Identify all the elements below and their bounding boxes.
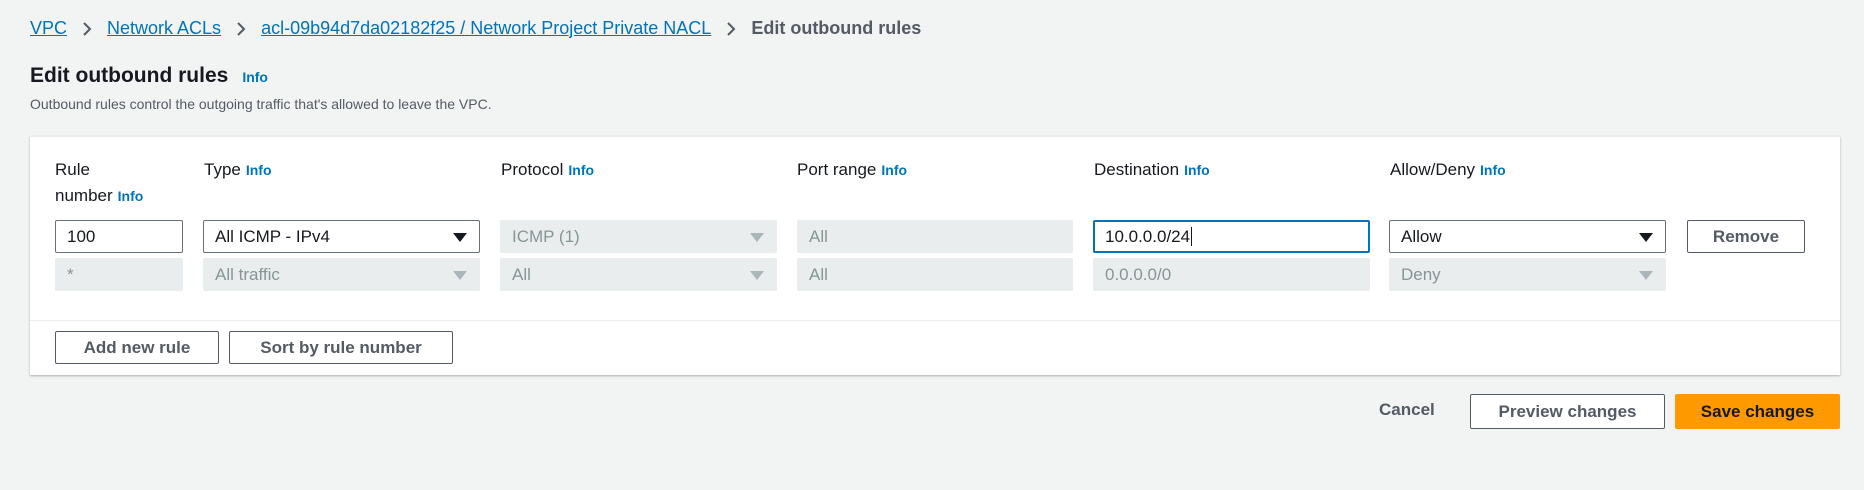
type-select[interactable]: All ICMP - IPv4 (203, 220, 480, 253)
caret-down-icon (453, 271, 467, 280)
protocol-select: ICMP (1) (500, 220, 777, 253)
protocol-value: All (512, 264, 531, 284)
chevron-right-icon (67, 21, 107, 37)
allow-deny-value: Allow (1401, 226, 1442, 246)
port-range-value: All (809, 226, 828, 246)
info-link[interactable]: Info (246, 162, 272, 178)
rule-number-input[interactable]: 100 (55, 220, 183, 253)
type-value: All ICMP - IPv4 (215, 226, 330, 246)
info-link[interactable]: Info (1184, 162, 1210, 178)
port-range-input: All (797, 220, 1073, 253)
destination-value: 0.0.0.0/0 (1105, 264, 1172, 284)
protocol-value: ICMP (1) (512, 226, 580, 246)
remove-button[interactable]: Remove (1687, 220, 1805, 253)
info-link[interactable]: Info (568, 162, 594, 178)
header-rule-number: Rule number Info (55, 157, 143, 209)
header-destination-label: Destination (1094, 160, 1180, 179)
preview-changes-button[interactable]: Preview changes (1470, 394, 1665, 429)
caret-down-icon (750, 233, 764, 242)
type-value: All traffic (215, 264, 280, 284)
chevron-right-icon (221, 21, 261, 37)
header-destination: Destination Info (1094, 157, 1210, 183)
port-range-value: All (809, 264, 828, 284)
header-allow-deny: Allow/Deny Info (1390, 157, 1506, 183)
chevron-right-icon (711, 21, 751, 37)
info-link[interactable]: Info (1480, 162, 1506, 178)
header-rule-label-line1: Rule (55, 160, 90, 179)
header-type: Type Info (204, 157, 272, 183)
info-link[interactable]: Info (118, 188, 144, 204)
rule-number-input-default: * (55, 258, 183, 291)
header-protocol-label: Protocol (501, 160, 564, 179)
protocol-select-default: All (500, 258, 777, 291)
header-type-label: Type (204, 160, 241, 179)
header-port-range: Port range Info (797, 157, 907, 183)
add-new-rule-button[interactable]: Add new rule (55, 331, 219, 364)
port-range-input-default: All (797, 258, 1073, 291)
breadcrumb: VPC Network ACLs acl-09b94d7da02182f25 /… (30, 18, 921, 39)
allow-deny-value: Deny (1401, 264, 1441, 284)
destination-input-default: 0.0.0.0/0 (1093, 258, 1370, 291)
allow-deny-select-default: Deny (1389, 258, 1666, 291)
breadcrumb-vpc[interactable]: VPC (30, 18, 67, 39)
type-select-default: All traffic (203, 258, 480, 291)
rule-number-value: 100 (67, 226, 96, 246)
header-rule-label-line2: number (55, 186, 113, 205)
divider (30, 320, 1840, 321)
save-changes-button[interactable]: Save changes (1675, 394, 1840, 429)
page-title: Edit outbound rules (30, 64, 229, 87)
header-protocol: Protocol Info (501, 157, 594, 183)
caret-down-icon (1639, 233, 1653, 242)
breadcrumb-current: Edit outbound rules (751, 18, 922, 38)
caret-down-icon (750, 271, 764, 280)
destination-value: 10.0.0.0/24 (1105, 226, 1191, 246)
caret-down-icon (453, 233, 467, 242)
rules-card: Rule number Info Type Info Protocol Info Po… (30, 136, 1840, 375)
cancel-button[interactable]: Cancel (1379, 400, 1435, 420)
page-subtitle: Outbound rules control the outgoing traf… (30, 96, 492, 112)
info-link[interactable]: Info (881, 162, 907, 178)
text-cursor (1191, 227, 1193, 246)
page-header: Edit outbound rules Info (30, 64, 268, 88)
allow-deny-select[interactable]: Allow (1389, 220, 1666, 253)
info-link[interactable]: Info (242, 69, 268, 85)
header-allow-deny-label: Allow/Deny (1390, 160, 1476, 179)
breadcrumb-acl[interactable]: acl-09b94d7da02182f25 / Network Project … (261, 18, 711, 39)
caret-down-icon (1639, 271, 1653, 280)
header-port-range-label: Port range (797, 160, 877, 179)
sort-by-rule-number-button[interactable]: Sort by rule number (229, 331, 453, 364)
page: VPC Network ACLs acl-09b94d7da02182f25 /… (0, 0, 1864, 490)
breadcrumb-network-acls[interactable]: Network ACLs (107, 18, 221, 39)
rule-number-value: * (67, 264, 74, 284)
destination-input[interactable]: 10.0.0.0/24 (1093, 220, 1370, 253)
